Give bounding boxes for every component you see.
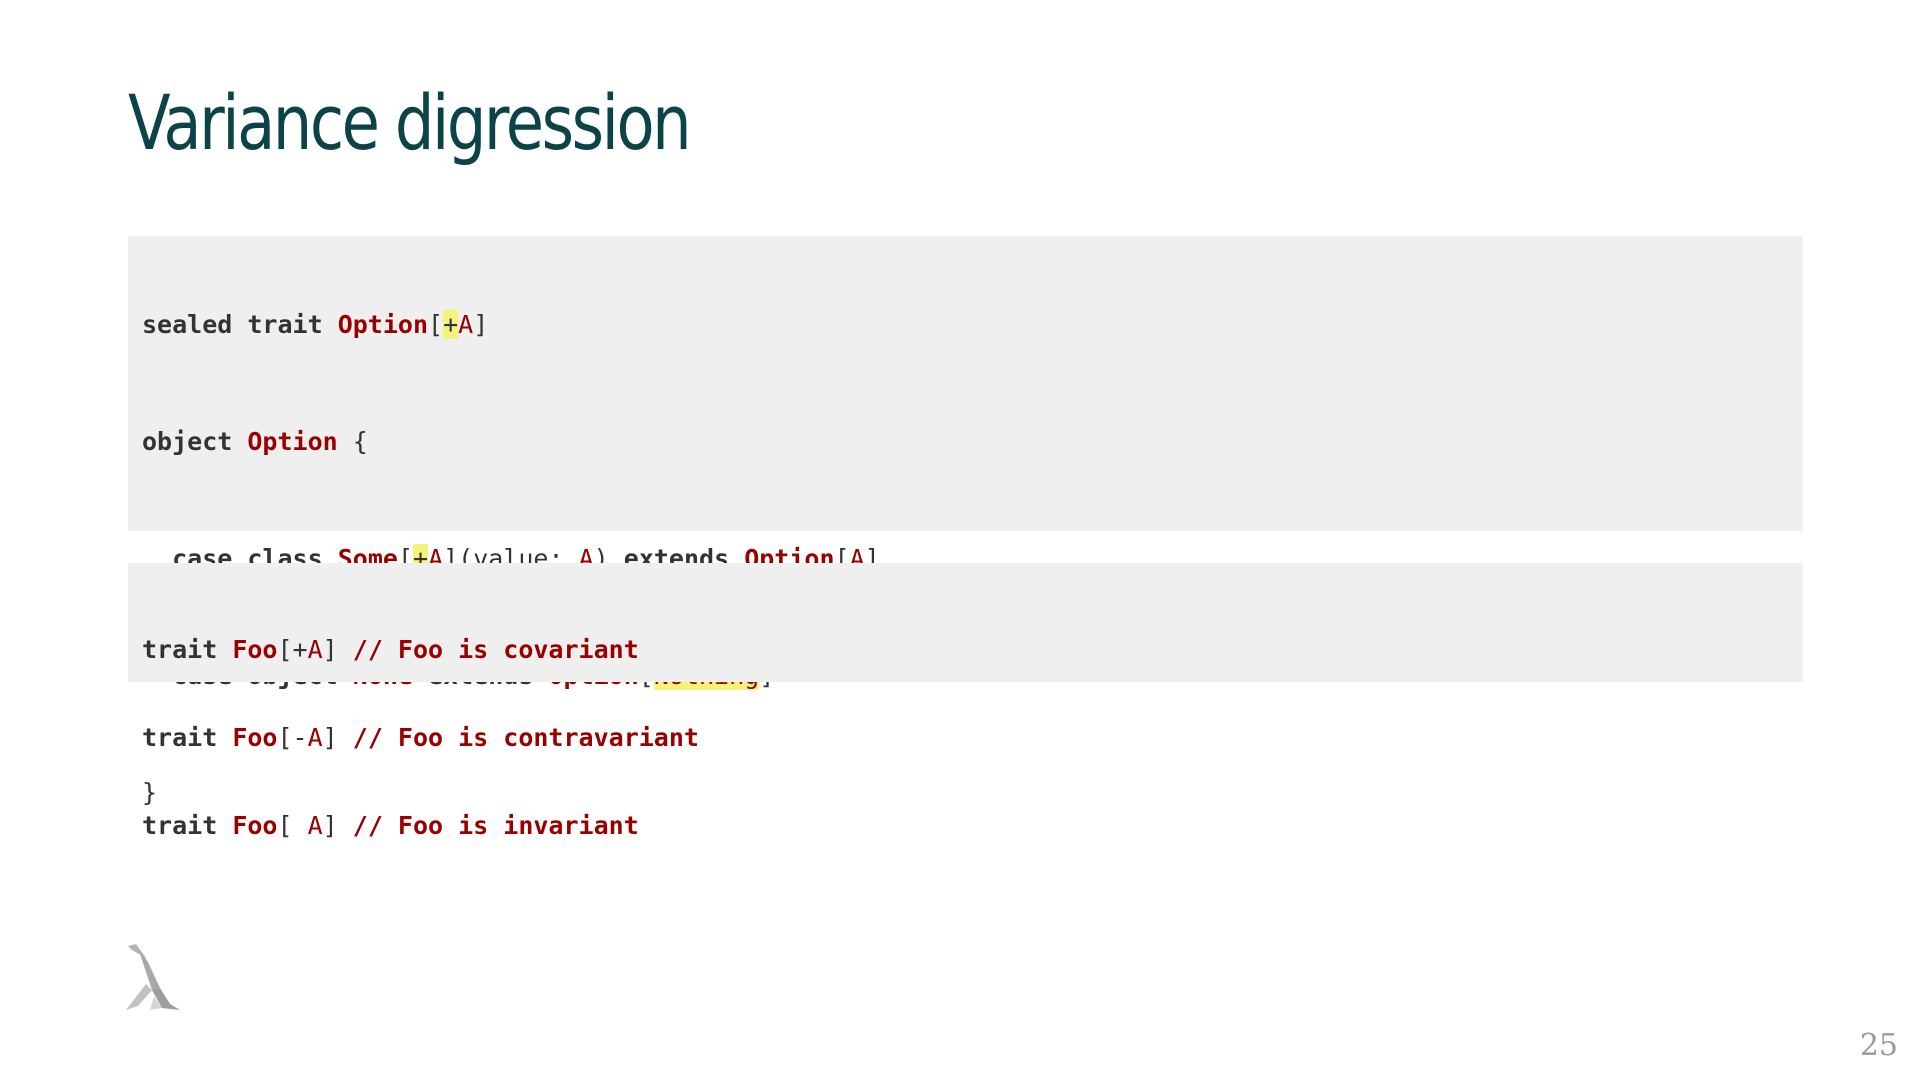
code-token: [ — [428, 310, 444, 339]
code-token: [ — [277, 811, 308, 840]
code-line: trait Foo[+A] // Foo is covariant — [142, 635, 1789, 665]
code-token: { — [337, 427, 368, 456]
code-token: A — [458, 310, 474, 339]
code-token: [- — [277, 723, 308, 752]
code-line: object Option { — [142, 425, 1789, 484]
code-token: trait — [142, 811, 218, 840]
code-line: trait Foo[-A] // Foo is contravariant — [142, 723, 1789, 753]
code-token: ] — [322, 635, 353, 664]
code-token: A — [307, 723, 323, 752]
highlighted-code-token: + — [443, 310, 459, 339]
code-token: ] — [322, 811, 353, 840]
code-token: // Foo is contravariant — [352, 723, 699, 752]
code-token: A — [307, 811, 323, 840]
code-token: Option — [247, 427, 338, 456]
code-block-variance: trait Foo[+A] // Foo is covariant trait … — [128, 563, 1803, 840]
slide-title: Variance digression — [128, 78, 692, 167]
code-token: ] — [322, 723, 353, 752]
code-token: Foo — [232, 723, 278, 752]
code-token: // Foo is invariant — [352, 811, 639, 840]
code-token: // Foo is covariant — [352, 635, 639, 664]
page-number: 25 — [1859, 1028, 1898, 1063]
code-token: Foo — [232, 811, 278, 840]
code-line: sealed trait Option[+A] — [142, 308, 1789, 367]
code-token: trait — [247, 310, 323, 339]
code-line: trait Foo[ A] // Foo is invariant — [142, 811, 1789, 841]
code-token: Option — [337, 310, 429, 339]
code-block-option: sealed trait Option[+A] object Option { … — [128, 236, 1803, 807]
code-token: trait — [142, 635, 218, 664]
code-token: ] — [473, 310, 489, 339]
code-token: A — [307, 635, 323, 664]
code-token: [+ — [277, 635, 308, 664]
code-token: object — [142, 427, 233, 456]
code-token: sealed — [142, 310, 233, 339]
code-token: Foo — [232, 635, 278, 664]
code-token: trait — [142, 723, 218, 752]
lambda-logo-icon — [126, 944, 180, 1010]
